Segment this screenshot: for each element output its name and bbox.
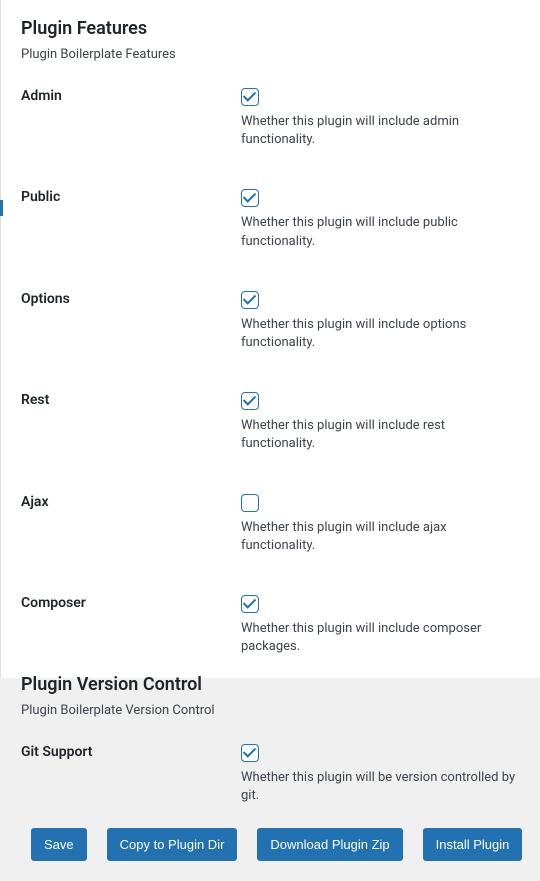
label-public: Public <box>21 189 241 205</box>
version-control-desc: Plugin Boilerplate Version Control <box>21 703 520 718</box>
field-rest: Rest Whether this plugin will include re… <box>21 384 520 453</box>
features-title: Plugin Features <box>21 18 520 39</box>
settings-page: Plugin Features Plugin Boilerplate Featu… <box>0 0 540 678</box>
field-public: Public Whether this plugin will include … <box>21 181 520 250</box>
help-ajax: Whether this plugin will include ajax fu… <box>241 519 520 555</box>
control-composer: Whether this plugin will include compose… <box>241 595 520 656</box>
label-composer: Composer <box>21 595 241 611</box>
checkbox-public[interactable] <box>241 189 259 207</box>
label-admin: Admin <box>21 88 241 104</box>
checkbox-composer[interactable] <box>241 595 259 613</box>
field-admin: Admin Whether this plugin will include a… <box>21 80 520 149</box>
features-desc: Plugin Boilerplate Features <box>21 47 520 62</box>
help-admin: Whether this plugin will include admin f… <box>241 113 520 149</box>
field-git: Git Support Whether this plugin will be … <box>21 736 520 805</box>
checkbox-git[interactable] <box>241 744 259 762</box>
checkbox-options[interactable] <box>241 291 259 309</box>
install-plugin-button[interactable]: Install Plugin <box>423 828 523 862</box>
control-public: Whether this plugin will include public … <box>241 189 520 250</box>
control-options: Whether this plugin will include options… <box>241 291 520 352</box>
label-options: Options <box>21 291 241 307</box>
content-area: Plugin Features Plugin Boilerplate Featu… <box>1 0 540 806</box>
copy-to-plugin-dir-button[interactable]: Copy to Plugin Dir <box>107 828 238 862</box>
left-accent <box>0 200 3 216</box>
download-plugin-zip-button[interactable]: Download Plugin Zip <box>257 828 402 862</box>
help-composer: Whether this plugin will include compose… <box>241 620 520 656</box>
control-ajax: Whether this plugin will include ajax fu… <box>241 494 520 555</box>
label-rest: Rest <box>21 392 241 408</box>
checkbox-admin[interactable] <box>241 88 259 106</box>
control-admin: Whether this plugin will include admin f… <box>241 88 520 149</box>
help-public: Whether this plugin will include public … <box>241 214 520 250</box>
field-ajax: Ajax Whether this plugin will include aj… <box>21 486 520 555</box>
save-button[interactable]: Save <box>31 828 87 862</box>
version-control-title: Plugin Version Control <box>21 674 520 695</box>
checkbox-ajax[interactable] <box>241 494 259 512</box>
help-git: Whether this plugin will be version cont… <box>241 769 520 805</box>
help-rest: Whether this plugin will include rest fu… <box>241 417 520 453</box>
button-row: Save Copy to Plugin Dir Download Plugin … <box>1 816 540 881</box>
control-git: Whether this plugin will be version cont… <box>241 744 520 805</box>
label-ajax: Ajax <box>21 494 241 510</box>
control-rest: Whether this plugin will include rest fu… <box>241 392 520 453</box>
label-git: Git Support <box>21 744 241 760</box>
field-composer: Composer Whether this plugin will includ… <box>21 587 520 656</box>
checkbox-rest[interactable] <box>241 392 259 410</box>
field-options: Options Whether this plugin will include… <box>21 283 520 352</box>
help-options: Whether this plugin will include options… <box>241 316 520 352</box>
